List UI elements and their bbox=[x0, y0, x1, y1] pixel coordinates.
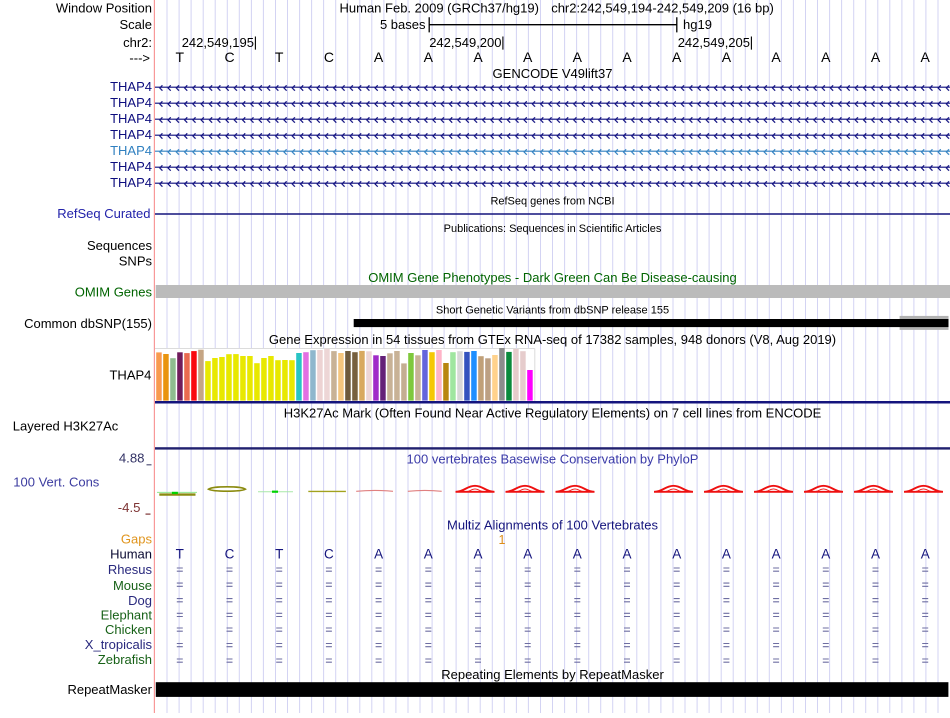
svg-text:A: A bbox=[374, 546, 383, 561]
svg-text:T: T bbox=[176, 546, 184, 561]
svg-text:Chicken: Chicken bbox=[105, 622, 152, 637]
svg-text:A: A bbox=[921, 49, 931, 65]
svg-text:Gaps: Gaps bbox=[121, 532, 153, 547]
svg-text:A: A bbox=[722, 49, 732, 65]
svg-text:THAP4: THAP4 bbox=[110, 79, 152, 94]
svg-text:Elephant: Elephant bbox=[101, 608, 153, 623]
svg-text:RefSeq genes from NCBI: RefSeq genes from NCBI bbox=[490, 195, 614, 207]
svg-text:H3K27Ac Mark (Often Found Near: H3K27Ac Mark (Often Found Near Active Re… bbox=[284, 406, 822, 421]
svg-text:A: A bbox=[523, 49, 533, 65]
svg-text:C: C bbox=[224, 49, 234, 65]
svg-text:A: A bbox=[772, 546, 781, 561]
svg-text:-4.5: -4.5 bbox=[118, 500, 141, 515]
svg-text:Window Position: Window Position bbox=[56, 0, 152, 15]
svg-text:Human: Human bbox=[110, 547, 152, 562]
svg-text:Scale: Scale bbox=[119, 17, 152, 32]
svg-text:SNPs: SNPs bbox=[119, 253, 153, 268]
svg-text:Common dbSNP(155): Common dbSNP(155) bbox=[24, 316, 152, 331]
svg-text:Rhesus: Rhesus bbox=[108, 562, 153, 577]
svg-text:Zebrafish: Zebrafish bbox=[98, 652, 152, 667]
svg-text:--->: ---> bbox=[129, 50, 150, 65]
svg-text:GENCODE V49lift37: GENCODE V49lift37 bbox=[493, 66, 613, 81]
svg-text:Sequences: Sequences bbox=[87, 238, 153, 253]
svg-text:A: A bbox=[672, 49, 682, 65]
svg-text:Mouse: Mouse bbox=[113, 578, 152, 593]
svg-text:A: A bbox=[573, 49, 583, 65]
svg-text:Layered H3K27Ac: Layered H3K27Ac bbox=[13, 419, 119, 434]
svg-text:THAP4: THAP4 bbox=[109, 368, 151, 383]
svg-text:5 bases: 5 bases bbox=[380, 17, 426, 32]
svg-text:242,549,205: 242,549,205 bbox=[678, 35, 750, 50]
svg-text:A: A bbox=[473, 546, 482, 561]
svg-text:A: A bbox=[821, 49, 831, 65]
svg-text:THAP4: THAP4 bbox=[110, 95, 152, 110]
svg-text:A: A bbox=[622, 49, 632, 65]
svg-text:100 Vert. Cons: 100 Vert. Cons bbox=[13, 475, 99, 490]
svg-text:THAP4: THAP4 bbox=[110, 159, 152, 174]
svg-text:A: A bbox=[523, 546, 532, 561]
svg-text:A: A bbox=[821, 546, 830, 561]
svg-text:Dog: Dog bbox=[128, 593, 152, 608]
svg-text:1: 1 bbox=[499, 533, 506, 547]
svg-text:100 vertebrates Basewise Conse: 100 vertebrates Basewise Conservation by… bbox=[407, 451, 699, 466]
svg-text:C: C bbox=[324, 49, 334, 65]
svg-text:A: A bbox=[573, 546, 582, 561]
svg-text:A: A bbox=[871, 546, 880, 561]
svg-text:A: A bbox=[473, 49, 483, 65]
svg-text:THAP4: THAP4 bbox=[110, 111, 152, 126]
svg-text:Publications: Sequences in Sci: Publications: Sequences in Scientific Ar… bbox=[444, 223, 662, 235]
svg-text:242,549,195: 242,549,195 bbox=[182, 35, 254, 50]
svg-text:RepeatMasker: RepeatMasker bbox=[67, 682, 152, 697]
svg-text:Human Feb. 2009 (GRCh37/hg19): Human Feb. 2009 (GRCh37/hg19) bbox=[340, 0, 539, 15]
svg-text:A: A bbox=[771, 49, 781, 65]
svg-text:RefSeq Curated: RefSeq Curated bbox=[57, 206, 150, 221]
svg-text:THAP4: THAP4 bbox=[110, 175, 152, 190]
svg-text:chr2:: chr2: bbox=[123, 35, 152, 50]
svg-text:A: A bbox=[622, 546, 631, 561]
svg-text:A: A bbox=[871, 49, 881, 65]
svg-text:Repeating Elements by RepeatMa: Repeating Elements by RepeatMasker bbox=[441, 667, 664, 682]
svg-text:4.88: 4.88 bbox=[119, 451, 145, 466]
svg-text:C: C bbox=[225, 546, 235, 561]
svg-text:A: A bbox=[722, 546, 731, 561]
svg-text:hg19: hg19 bbox=[683, 17, 712, 32]
svg-text:242,549,200: 242,549,200 bbox=[429, 35, 501, 50]
svg-text:A: A bbox=[424, 49, 434, 65]
svg-text:Short Genetic Variants from db: Short Genetic Variants from dbSNP releas… bbox=[436, 305, 669, 317]
svg-text:X_tropicalis: X_tropicalis bbox=[85, 637, 153, 652]
svg-text:A: A bbox=[921, 546, 930, 561]
svg-text:THAP4: THAP4 bbox=[110, 127, 152, 142]
svg-text:T: T bbox=[176, 49, 185, 65]
svg-text:chr2:242,549,194-242,549,209 (: chr2:242,549,194-242,549,209 (16 bp) bbox=[551, 0, 774, 15]
svg-text:A: A bbox=[374, 49, 384, 65]
svg-text:C: C bbox=[324, 546, 334, 561]
svg-text:OMIM Genes: OMIM Genes bbox=[75, 284, 153, 299]
svg-text:T: T bbox=[275, 49, 284, 65]
svg-text:Multiz Alignments of 100 Verte: Multiz Alignments of 100 Vertebrates bbox=[447, 518, 659, 533]
svg-text:OMIM Gene Phenotypes - Dark Gr: OMIM Gene Phenotypes - Dark Green Can Be… bbox=[368, 270, 737, 285]
svg-text:THAP4: THAP4 bbox=[110, 143, 152, 158]
svg-text:A: A bbox=[672, 546, 681, 561]
svg-text:T: T bbox=[275, 546, 283, 561]
svg-text:Gene Expression in 54 tissues: Gene Expression in 54 tissues from GTEx … bbox=[269, 332, 836, 347]
svg-text:A: A bbox=[424, 546, 433, 561]
